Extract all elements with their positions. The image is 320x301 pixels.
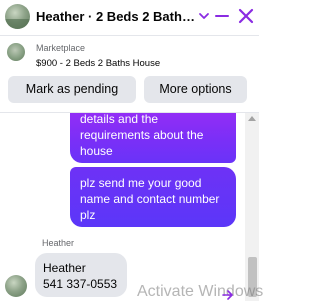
incoming-message-line: Heather xyxy=(43,261,86,275)
listing-thumbnail xyxy=(7,43,25,61)
listing-category: Marketplace xyxy=(36,43,86,53)
more-options-button[interactable]: More options xyxy=(144,76,247,103)
message-thread[interactable]: details and the requirements about the h… xyxy=(0,113,259,301)
minimize-icon[interactable] xyxy=(214,8,230,24)
send-arrow-icon[interactable] xyxy=(222,290,234,300)
sender-avatar xyxy=(5,275,27,297)
scrollbar[interactable] xyxy=(245,113,259,301)
outgoing-message[interactable]: details and the requirements about the h… xyxy=(70,113,236,163)
contact-avatar[interactable] xyxy=(5,4,30,29)
incoming-message[interactable]: Heather 541 337-0553 xyxy=(35,253,127,297)
incoming-message-line: 541 337-0553 xyxy=(43,277,118,291)
message-sender-name: Heather xyxy=(42,238,75,248)
chevron-down-icon[interactable] xyxy=(197,8,211,24)
chat-title[interactable]: Heather · 2 Beds 2 Baths H… xyxy=(36,9,196,24)
listing-info[interactable]: Marketplace $900 - 2 Beds 2 Baths House xyxy=(0,36,259,70)
listing-description: $900 - 2 Beds 2 Baths House xyxy=(36,58,161,69)
scroll-up-arrow-icon[interactable] xyxy=(248,116,256,121)
mark-as-pending-button[interactable]: Mark as pending xyxy=(8,76,136,103)
activate-windows-watermark: Activate Windows xyxy=(137,283,264,300)
outgoing-message[interactable]: plz send me your good name and contact n… xyxy=(70,167,236,227)
chat-header: Heather · 2 Beds 2 Baths H… xyxy=(0,0,259,36)
close-icon[interactable] xyxy=(237,7,255,25)
